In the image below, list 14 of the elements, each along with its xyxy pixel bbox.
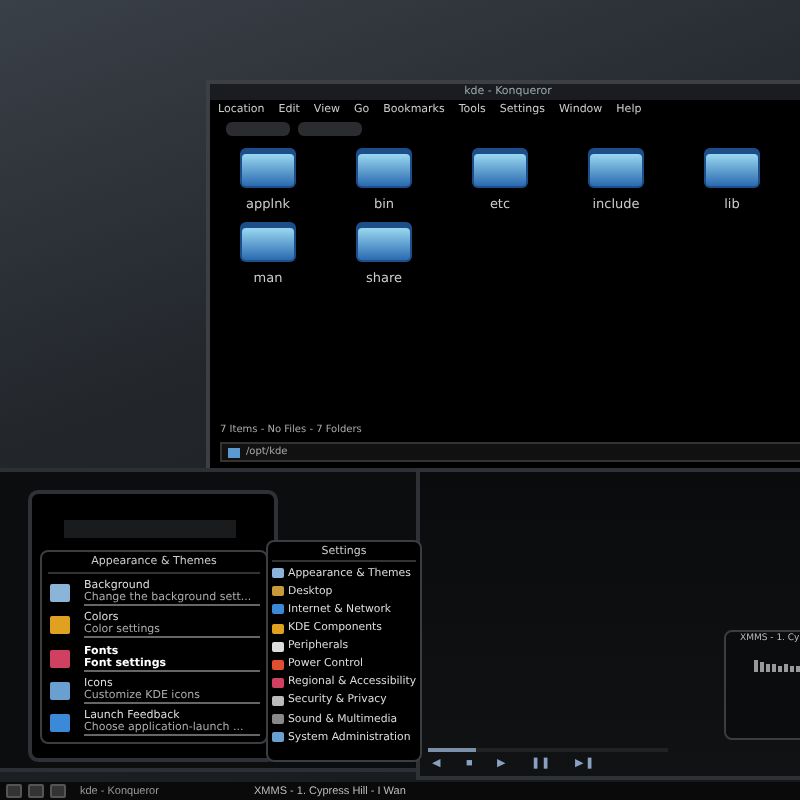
folder-icon: [228, 447, 240, 457]
module-icon: [48, 581, 72, 604]
folder-icon[interactable]: [354, 146, 414, 190]
folder-icon[interactable]: [238, 146, 298, 190]
folder-icon[interactable]: [470, 146, 530, 190]
module-icon: [48, 712, 72, 735]
spectrum-drawing: [754, 656, 800, 672]
folder-icon[interactable]: [702, 146, 762, 190]
module-icon: [48, 614, 72, 637]
folder-icon[interactable]: [586, 146, 646, 190]
folder-icon[interactable]: [238, 220, 298, 264]
module-icon: [48, 679, 72, 702]
module-icon: [48, 647, 72, 670]
folder-icon[interactable]: [354, 220, 414, 264]
